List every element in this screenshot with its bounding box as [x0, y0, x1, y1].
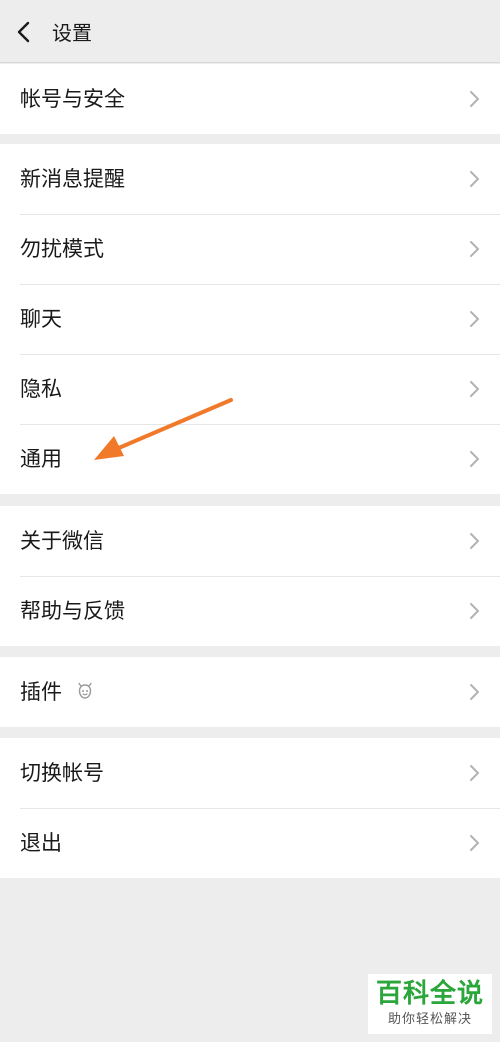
settings-item-label: 退出 — [20, 831, 62, 855]
settings-item-label: 新消息提醒 — [20, 167, 125, 191]
settings-item-label: 帐号与安全 — [20, 87, 125, 111]
settings-item-new-message-alerts[interactable]: 新消息提醒 — [0, 144, 500, 214]
chevron-right-icon — [468, 238, 482, 260]
settings-item-general[interactable]: 通用 — [0, 424, 500, 494]
chevron-right-icon — [468, 681, 482, 703]
settings-item-about-wechat[interactable]: 关于微信 — [0, 506, 500, 576]
settings-group-general: 新消息提醒 勿扰模式 聊天 隐私 通用 — [0, 144, 500, 494]
settings-item-do-not-disturb[interactable]: 勿扰模式 — [0, 214, 500, 284]
settings-group-about: 关于微信 帮助与反馈 — [0, 506, 500, 646]
chevron-left-icon — [17, 21, 30, 43]
chevron-right-icon — [468, 378, 482, 400]
settings-item-label: 插件 — [20, 680, 62, 704]
settings-group-account: 帐号与安全 — [0, 64, 500, 134]
chevron-right-icon — [468, 530, 482, 552]
back-button[interactable] — [10, 17, 40, 47]
settings-item-label: 勿扰模式 — [20, 237, 104, 261]
page-title: 设置 — [52, 21, 92, 45]
watermark-logo: 百科全说 助你轻松解决 — [368, 974, 492, 1034]
chevron-right-icon — [468, 168, 482, 190]
chevron-right-icon — [468, 762, 482, 784]
top-nav-bar: 设置 — [0, 0, 500, 63]
chevron-right-icon — [468, 832, 482, 854]
settings-item-switch-account[interactable]: 切换帐号 — [0, 738, 500, 808]
settings-item-label: 通用 — [20, 447, 62, 471]
settings-item-privacy[interactable]: 隐私 — [0, 354, 500, 424]
chevron-right-icon — [468, 88, 482, 110]
settings-item-label: 关于微信 — [20, 529, 104, 553]
watermark-subtitle: 助你轻松解决 — [387, 1012, 472, 1027]
settings-group-session: 切换帐号 退出 — [0, 738, 500, 878]
settings-item-label: 帮助与反馈 — [20, 599, 125, 623]
settings-item-label: 聊天 — [20, 307, 62, 331]
settings-group-plugins: 插件 — [0, 657, 500, 727]
settings-item-log-out[interactable]: 退出 — [0, 808, 500, 878]
settings-item-chat[interactable]: 聊天 — [0, 284, 500, 354]
plugin-icon — [76, 682, 94, 702]
chevron-right-icon — [468, 448, 482, 470]
settings-item-plugins[interactable]: 插件 — [0, 657, 500, 727]
settings-item-label: 切换帐号 — [20, 761, 104, 785]
watermark-title: 百科全说 — [375, 979, 484, 1009]
settings-item-account-security[interactable]: 帐号与安全 — [0, 64, 500, 134]
settings-item-help-feedback[interactable]: 帮助与反馈 — [0, 576, 500, 646]
chevron-right-icon — [468, 600, 482, 622]
settings-item-label: 隐私 — [20, 377, 62, 401]
chevron-right-icon — [468, 308, 482, 330]
